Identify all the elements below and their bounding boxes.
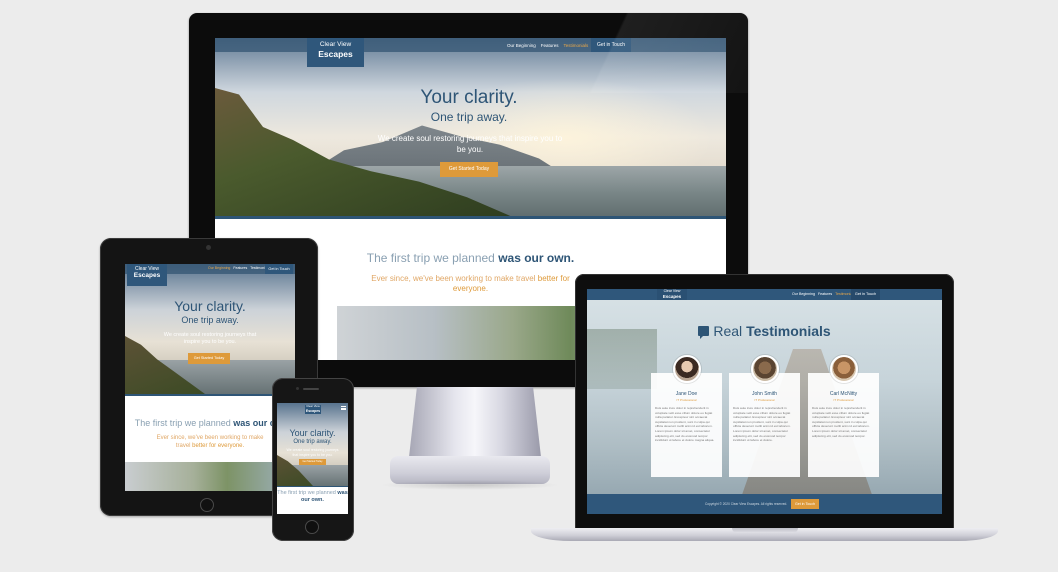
hero-subtitle: One trip away. [430,110,508,124]
testimonial-quote: Duis aute irure dolor in reprehenderit i… [733,406,791,443]
tablet-beginning-body-highlight: better for everyone. [192,443,245,449]
tablet-beginning-body: Ever since, we've been working to make t… [155,434,265,450]
phone-beginning-heading-lead: The first trip we planned [277,490,336,496]
phone-logo-line1: Clear View [306,404,320,408]
nav-item-our-beginning[interactable]: Our Beginning [507,43,536,48]
phone-hero-subtitle: One trip away. [293,439,332,445]
beginning-heading-lead: The first trip we planned [366,251,495,265]
testimonial-quote: Duis aute irure dolor in reprehenderit i… [812,406,870,438]
hamburger-menu-icon[interactable] [341,406,346,410]
phone-beginning-heading: The first trip we planned was our own. [277,490,348,504]
tablet-logo[interactable]: Clear View Escapes [127,264,167,286]
footer-copyright: Copyright © 2020 Clear View Escapes. All… [705,502,788,506]
tablet-beginning-photo [125,462,295,491]
beginning-body-lead: Ever since, we've been working to make t… [371,274,536,283]
phone-get-started-button[interactable]: Get Started Today [299,459,326,465]
hero-title: Your clarity. [420,87,518,108]
hero-get-started-button[interactable]: Get Started Today [440,162,498,177]
tablet-hero-title: Your clarity. [174,298,246,314]
laptop-nav-links: Our Beginning Features Testimonials [792,292,855,296]
monitor-stand-shadow [380,480,560,490]
tablet-hero-tagline: We create soul restoring journeys that i… [163,332,257,345]
laptop-nav-item-our-beginning[interactable]: Our Beginning [792,292,815,296]
phone-camera [296,387,299,390]
desktop-logo[interactable]: Clear View Escapes [307,38,364,67]
hero-tagline: We create soul restoring journeys that i… [377,134,563,154]
phone-home-button [305,520,319,534]
avatar [751,355,779,383]
avatar [830,355,858,383]
nav-item-testimonials[interactable]: Testimonials [564,43,589,48]
phone-hero-title: Your clarity. [289,428,336,438]
tablet-nav-item-features[interactable]: Features [233,266,247,270]
testimonial-name: John Smith [751,391,777,397]
phone-speaker [303,388,319,390]
speech-bubble-icon [698,326,710,339]
laptop-nav-get-in-touch-button[interactable]: Get in Touch [851,289,880,300]
phone-screen: Clear View Escapes Your clarity. One tri… [277,403,348,514]
phone-logo-line2: Escapes [305,408,321,413]
tablet-nav-get-in-touch-button[interactable]: Get in Touch [265,264,293,274]
avatar [673,355,701,383]
beginning-heading: The first trip we planned was our own. [275,250,666,266]
nav-get-in-touch-button[interactable]: Get in Touch [591,38,631,52]
tablet-nav-item-our-beginning[interactable]: Our Beginning [208,266,230,270]
tablet-beginning-heading-lead: The first trip we planned [134,418,231,428]
tablet-logo-line2: Escapes [133,272,161,279]
tablet-home-button [200,498,214,512]
footer-get-in-touch-button[interactable]: Get in Touch [791,499,819,509]
tablet-camera [206,245,211,250]
phone-logo[interactable]: Clear View Escapes [305,404,321,414]
laptop-navbar [587,289,942,300]
laptop-nav-item-features[interactable]: Features [818,292,832,296]
laptop-notch [732,528,798,533]
testimonials-title-bold: Testimonials [746,323,831,339]
laptop-logo-line2: Escapes [662,293,682,299]
phone-hero-divider [277,486,348,487]
tablet-beginning-heading: The first trip we planned was our own. [130,418,295,429]
hero-divider [215,216,726,219]
desktop-nav-links: Our Beginning Features Testimonials [507,40,588,50]
logo-line1: Clear View [319,41,352,48]
testimonial-role: IT Professional [676,398,697,402]
beginning-heading-bold: was our own. [498,251,575,265]
testimonials-title-lead: Real [713,323,743,339]
testimonial-name: Carl McNitty [829,391,858,397]
testimonial-quote: Duis aute irure dolor in reprehenderit i… [655,406,715,443]
tablet-hero-divider [125,394,295,396]
tablet-get-started-button[interactable]: Get Started Today [188,353,230,364]
testimonials-title: Real Testimonials [587,323,942,339]
laptop-screen: Clear View Escapes Our Beginning Feature… [587,289,942,514]
phone-hero-tagline: We create soul restoring journeys that i… [286,448,339,457]
testimonial-role: IT Professional [833,398,854,402]
desktop-navbar [215,38,726,52]
monitor-stand-neck [409,387,541,457]
laptop-logo[interactable]: Clear View Escapes [657,289,687,300]
beginning-body: Ever since, we've been working to make t… [365,274,576,294]
testimonial-name: Jane Doe [675,391,698,397]
testimonial-role: IT Professional [754,398,775,402]
tablet-screen: Clear View Escapes Our Beginning Feature… [125,264,295,491]
tablet-nav-links: Our Beginning Features Testimonials [208,266,269,270]
tablet-hero-subtitle: One trip away. [181,315,239,325]
desktop-hero [215,38,726,218]
logo-line2: Escapes [318,49,353,59]
nav-item-features[interactable]: Features [541,43,559,48]
